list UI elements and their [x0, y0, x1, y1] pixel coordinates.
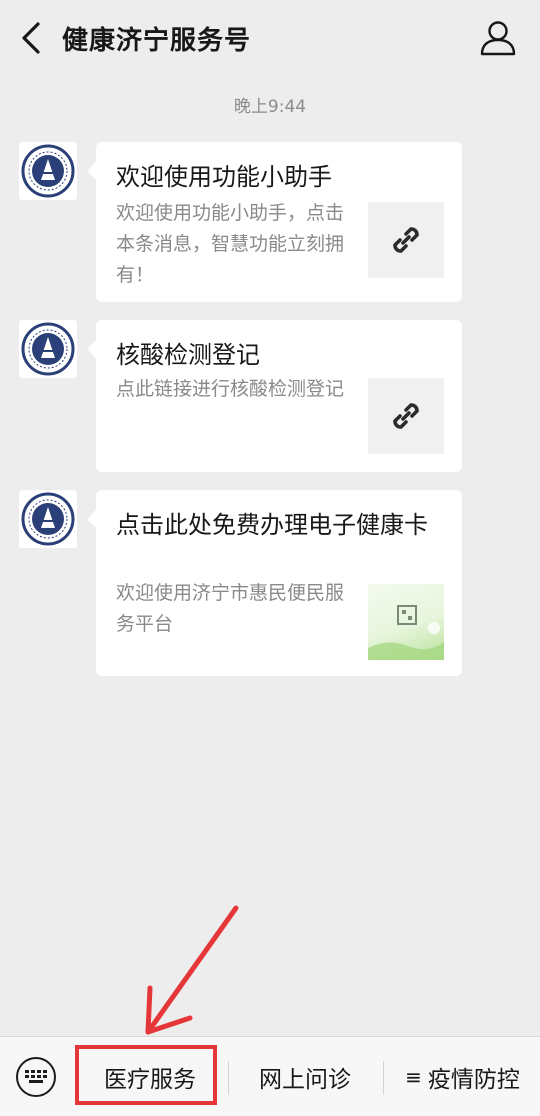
menu-item-online-consultation[interactable]: 网上问诊 — [230, 1037, 380, 1116]
menu-divider — [228, 1061, 229, 1095]
card-description: 欢迎使用功能小助手，点击本条消息，智慧功能立刻拥有！ — [116, 202, 345, 286]
menu-item-medical-service[interactable]: 医疗服务 — [76, 1037, 224, 1116]
card-thumbnail — [368, 202, 444, 278]
back-button[interactable] — [14, 18, 50, 58]
link-card[interactable]: 点击此处免费办理电子健康卡 欢迎使用济宁市惠民便民服务平台 — [87, 490, 462, 676]
link-card[interactable]: 核酸检测登记 点此链接进行核酸检测登记 — [87, 320, 462, 472]
page-title: 健康济宁服务号 — [62, 26, 252, 56]
health-card-image — [368, 605, 444, 660]
menu-item-label: 疫情防控 — [427, 1067, 520, 1093]
avatar[interactable] — [19, 320, 77, 378]
link-icon — [393, 403, 419, 429]
link-card[interactable]: 欢迎使用功能小助手 欢迎使用功能小助手，点击本条消息，智慧功能立刻拥有！ — [87, 142, 462, 302]
menu-item-epidemic-control[interactable]: ≡ 疫情防控 — [385, 1037, 540, 1116]
menu-lines-icon: ≡ — [405, 1065, 422, 1089]
card-description: 欢迎使用济宁市惠民便民服务平台 — [116, 582, 345, 635]
header: 健康济宁服务号 — [0, 0, 540, 78]
card-title: 核酸检测登记 — [116, 341, 260, 369]
menu-item-label: 医疗服务 — [104, 1067, 196, 1093]
menu-item-label: 网上问诊 — [259, 1067, 351, 1093]
link-icon — [393, 227, 419, 253]
avatar[interactable] — [19, 490, 77, 548]
avatar[interactable] — [19, 142, 77, 200]
card-title: 点击此处免费办理电子健康卡 — [116, 511, 428, 539]
bottom-menu-bar: 医疗服务 网上问诊 ≡ 疫情防控 — [0, 1036, 540, 1116]
profile-button[interactable] — [478, 18, 518, 58]
card-thumbnail — [368, 378, 444, 454]
org-logo-icon — [21, 492, 75, 546]
menu-divider — [383, 1061, 384, 1095]
message-timestamp: 晚上9:44 — [233, 97, 307, 117]
card-title: 欢迎使用功能小助手 — [116, 163, 332, 191]
keyboard-toggle-button[interactable] — [16, 1057, 56, 1097]
card-thumbnail — [368, 584, 444, 660]
org-logo-icon — [21, 144, 75, 198]
card-description: 点此链接进行核酸检测登记 — [116, 378, 345, 400]
chat-screen: 健康济宁服务号 晚上9:44 欢迎使用功能小助手 欢迎使用功能小助手，点击本条消… — [0, 0, 540, 1116]
user-icon — [480, 21, 516, 56]
keyboard-icon — [25, 1070, 47, 1083]
org-logo-icon — [21, 322, 75, 376]
chevron-left-icon — [22, 22, 40, 54]
annotation-arrow — [145, 905, 239, 1035]
